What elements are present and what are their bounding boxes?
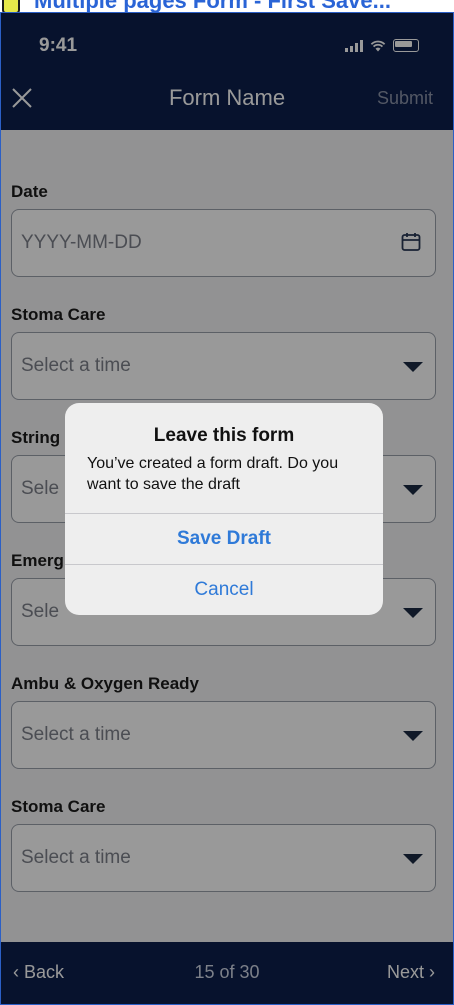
leave-form-dialog: Leave this form You’ve created a form dr… — [65, 403, 383, 615]
cancel-button[interactable]: Cancel — [65, 565, 383, 615]
caption-strip: Multiple pages Form - First Save... — [0, 0, 454, 12]
dialog-message: You’ve created a form draft. Do you want… — [87, 455, 339, 493]
dialog-title: Leave this form — [153, 425, 295, 446]
save-draft-button[interactable]: Save Draft — [65, 514, 383, 564]
phone-screen: 9:41 Form Name Submit Date YYYY-MM-DD St… — [0, 12, 454, 1005]
caption-text: Multiple pages Form - First Save... — [34, 0, 391, 12]
caption-icon — [2, 0, 20, 12]
